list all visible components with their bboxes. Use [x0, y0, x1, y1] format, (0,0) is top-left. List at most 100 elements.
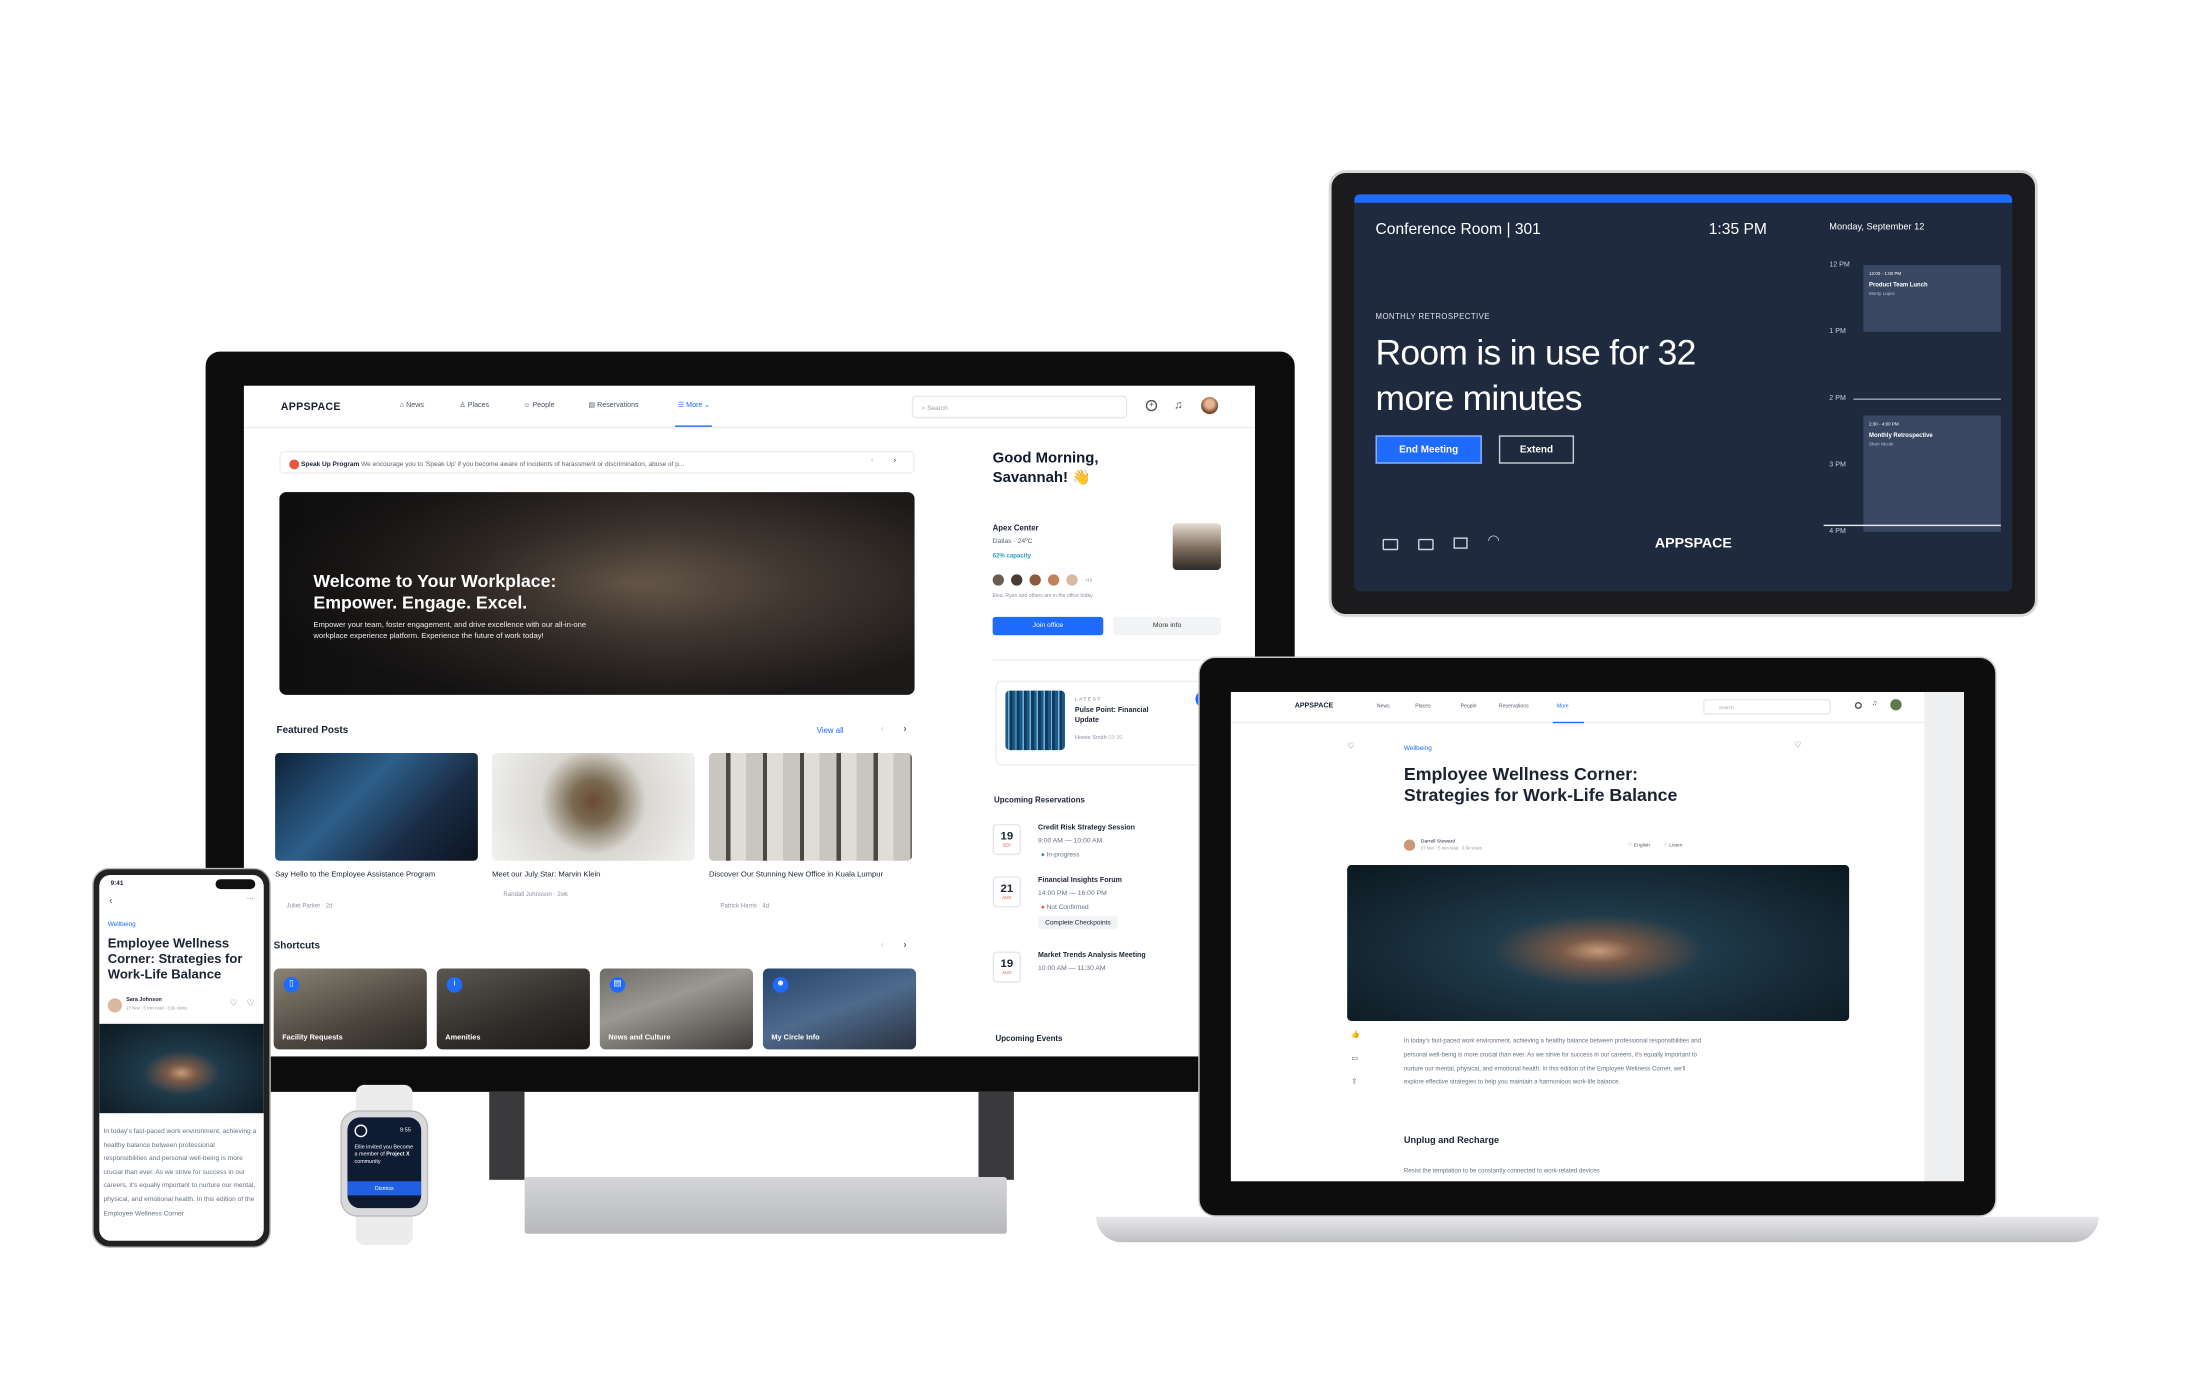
room-name: Conference Room | 301: [1375, 221, 1541, 239]
shortcut-amenities[interactable]: i Amenities: [436, 968, 590, 1050]
thumbs-up-icon[interactable]: 👍: [1351, 1031, 1360, 1040]
status-bar: [1354, 194, 2013, 203]
camera-icon: [1382, 538, 1399, 551]
appspace-logo[interactable]: APPSPACE: [1295, 702, 1333, 711]
calendar-event[interactable]: 2:30 - 4:00 PM Monthly Retrospective She…: [1863, 415, 2001, 532]
article-title: Employee Wellness Corner: Strategies for…: [1403, 764, 1678, 806]
search-input[interactable]: ⌕ Search: [911, 395, 1128, 419]
post-title-2[interactable]: Meet our July Star: Marvin Klein: [492, 871, 691, 882]
favorite-icon[interactable]: ♡: [1794, 740, 1802, 751]
megaphone-icon: [289, 458, 300, 469]
shortcut-news-culture[interactable]: ▤ News and Culture: [599, 968, 753, 1050]
dismiss-button[interactable]: Dismiss: [347, 1181, 422, 1196]
avatar[interactable]: [1201, 397, 1219, 415]
banner-prev-icon[interactable]: ‹: [871, 457, 874, 466]
attendee-avatars[interactable]: +19: [992, 574, 1106, 587]
article-title: Employee Wellness Corner: Strategies for…: [107, 935, 243, 982]
avatar: [1011, 574, 1023, 586]
group-icon: ☻: [772, 977, 789, 993]
nav-people[interactable]: People: [1461, 703, 1477, 709]
post-image-1[interactable]: [275, 752, 478, 861]
avatar: [1066, 574, 1078, 586]
article-body: In today's fast-paced work environment, …: [1403, 1036, 1702, 1086]
nav-news[interactable]: News: [1377, 703, 1390, 709]
office-photo[interactable]: [1172, 523, 1221, 571]
nav-news[interactable]: ⌂ News: [400, 401, 424, 410]
bell-icon[interactable]: ♫: [1174, 398, 1183, 411]
camera-notch: [215, 879, 256, 890]
invite-message: Ellie invited you Become a member of Pro…: [354, 1144, 414, 1165]
view-all-link[interactable]: View all: [817, 727, 844, 736]
hero-title: Welcome to Your Workplace: Empower. Enga…: [313, 571, 557, 613]
post-image-3[interactable]: [709, 752, 912, 861]
event-organizer: Monty Lopez: [1869, 290, 1895, 297]
avatar: [1047, 574, 1060, 586]
reservation-time: 9:00 AM — 10:00 AM: [1038, 838, 1103, 846]
post-image-2[interactable]: [492, 752, 695, 861]
reservation-title: Credit Risk Strategy Session: [1038, 823, 1135, 833]
nav-more[interactable]: ☰ More ⌄: [678, 401, 710, 410]
bell-icon[interactable]: ♫: [1872, 699, 1877, 708]
shortcuts-prev-icon[interactable]: ‹: [881, 940, 884, 950]
join-office-button[interactable]: Join office: [992, 616, 1104, 636]
hero-banner[interactable]: Welcome to Your Workplace: Empower. Enga…: [279, 492, 915, 695]
article-image: [99, 1023, 264, 1114]
reservation-item[interactable]: 19 AUG Market Trends Analysis Meeting 10:…: [992, 951, 1192, 986]
avatar[interactable]: [1890, 699, 1902, 711]
language-button[interactable]: ♡ English: [1628, 842, 1650, 848]
article-body-2: Resist the temptation to be constantly c…: [1403, 1167, 1600, 1175]
search-input[interactable]: Search: [1703, 699, 1831, 715]
like-icon[interactable]: ♡: [1347, 742, 1355, 752]
listen-button[interactable]: ♡ Listen: [1663, 842, 1682, 848]
post-title-1[interactable]: Say Hello to the Employee Assistance Pro…: [275, 871, 445, 882]
favorite-icon[interactable]: ♡: [247, 998, 255, 1009]
category-link[interactable]: Wellbeing: [1404, 744, 1432, 751]
shortcut-facility-requests[interactable]: ▯ Facility Requests: [273, 968, 427, 1050]
hour-label: 2 PM: [1829, 394, 1846, 403]
post-meta-1: Juliet Parker · 2d: [286, 901, 333, 909]
building-icon: ♙: [459, 401, 468, 410]
extend-button[interactable]: Extend: [1498, 435, 1575, 464]
speak-up-banner[interactable]: Speak Up Program We encourage you to 'Sp…: [279, 450, 915, 474]
nav-reservations[interactable]: Reservations: [1499, 703, 1529, 709]
share-icon[interactable]: ⇪: [1351, 1078, 1357, 1087]
more-options-icon[interactable]: ···: [247, 895, 254, 904]
latest-label: LATEST: [1074, 696, 1102, 702]
reservation-item[interactable]: 21 AUG Financial Insights Forum 14:00 PM …: [992, 876, 1192, 936]
complete-checkpoints-button[interactable]: Complete Checkpoints: [1038, 916, 1118, 929]
appspace-logo[interactable]: APPSPACE: [281, 400, 341, 413]
featured-prev-icon[interactable]: ‹: [881, 725, 884, 735]
date: Monday, September 12: [1829, 222, 1925, 233]
latest-card[interactable]: LATEST Pulse Point: Financial Update How…: [995, 680, 1213, 766]
nav-places[interactable]: ♙ Places: [459, 401, 489, 410]
nav-active-indicator: [1552, 721, 1584, 724]
reservation-item[interactable]: 19 SEP Credit Risk Strategy Session 9:00 …: [992, 823, 1192, 867]
post-title-3[interactable]: Discover Our Stunning New Office in Kual…: [709, 871, 908, 882]
calendar-event[interactable]: 12:00 - 1:00 PM Product Team Lunch Monty…: [1863, 265, 2001, 332]
nav-places[interactable]: Places: [1415, 703, 1430, 709]
comment-icon[interactable]: ▭: [1351, 1055, 1358, 1064]
end-meeting-button[interactable]: End Meeting: [1375, 435, 1482, 464]
shortcuts-next-icon[interactable]: ›: [903, 940, 906, 950]
reservation-status: ● Not Confirmed: [1040, 903, 1089, 911]
add-icon[interactable]: [1854, 701, 1862, 710]
date-badge: 19 AUG: [992, 951, 1022, 983]
video-icon: [1418, 538, 1434, 551]
monitor-stand-legs: [489, 1091, 1014, 1180]
category-link[interactable]: Wellbeing: [108, 920, 136, 927]
banner-next-icon[interactable]: ›: [893, 457, 896, 466]
like-icon[interactable]: ♡: [230, 998, 238, 1009]
author-name: Sara Johnson: [126, 996, 162, 1003]
phone-screen: 9:41 ‹ ··· Wellbeing Employee Wellness C…: [99, 874, 264, 1241]
shortcut-my-circle-info[interactable]: ☻ My Circle Info: [762, 968, 917, 1050]
add-icon[interactable]: +: [1145, 399, 1158, 412]
greeting: Good Morning, Savannah! 👋: [992, 449, 1099, 486]
post-meta-3: Patrick Harris · 4d: [720, 901, 770, 909]
nav-reservations[interactable]: ▤ Reservations: [588, 401, 638, 410]
nav-more[interactable]: More: [1557, 703, 1569, 709]
more-info-button[interactable]: More info: [1113, 616, 1221, 636]
back-icon[interactable]: ‹: [109, 896, 112, 906]
featured-next-icon[interactable]: ›: [903, 725, 906, 735]
nav-active-indicator: [674, 425, 712, 428]
nav-people[interactable]: ☺ People: [523, 401, 554, 410]
